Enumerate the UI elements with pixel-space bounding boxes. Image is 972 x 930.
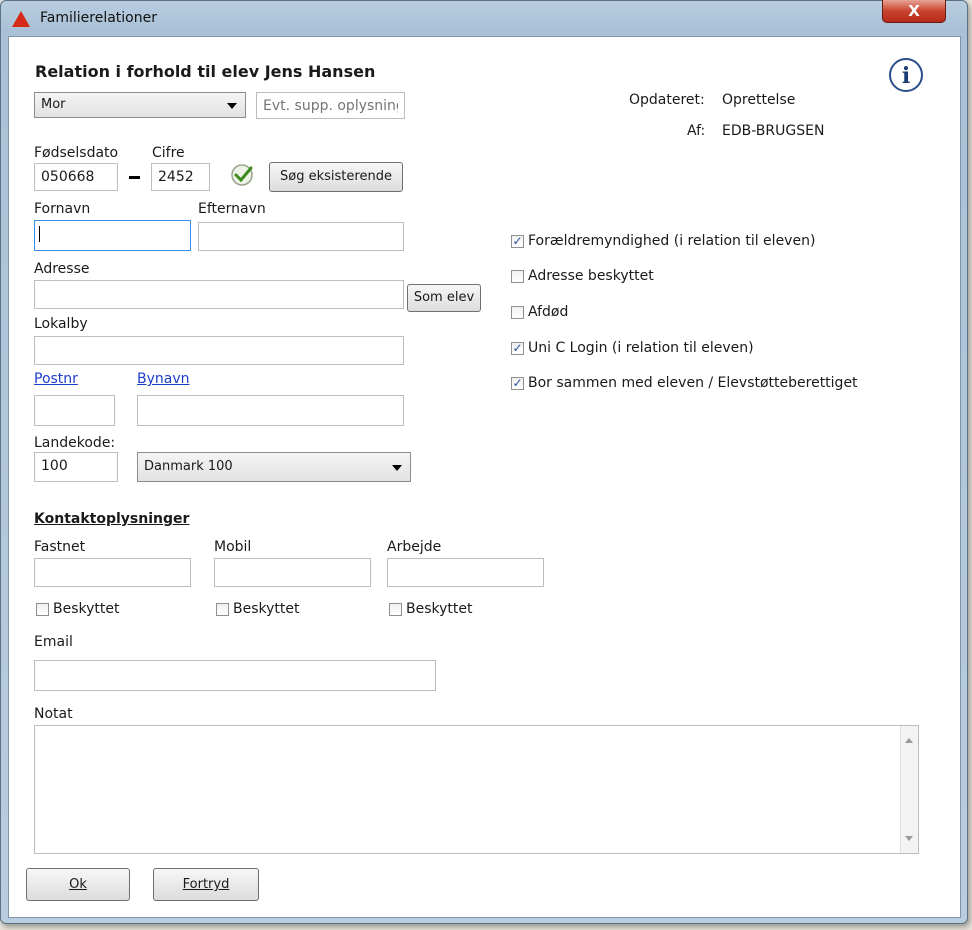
country-select[interactable]: Danmark 100 <box>137 452 411 482</box>
scroll-down-arrow-icon[interactable] <box>905 836 913 841</box>
foraeldremyndighed-label: Forældremyndighed (i relation til eleven… <box>528 233 816 249</box>
adresse-beskyttet-checkbox[interactable] <box>511 270 524 283</box>
efternavn-input[interactable] <box>198 222 404 251</box>
mobil-label: Mobil <box>214 539 252 555</box>
cifre-label: Cifre <box>152 145 185 161</box>
mobil-beskyttet-label: Beskyttet <box>233 601 300 617</box>
mobil-beskyttet-checkbox[interactable] <box>216 603 229 616</box>
adresse-input[interactable] <box>34 280 404 309</box>
afdoed-checkbox[interactable] <box>511 306 524 319</box>
som-elev-button[interactable]: Som elev <box>407 284 481 312</box>
app-logo-icon <box>12 11 30 27</box>
relation-selected-value: Mor <box>41 97 66 112</box>
by-label: Af: <box>687 123 706 139</box>
validated-check-icon <box>231 164 253 186</box>
close-button[interactable]: X <box>882 0 946 23</box>
landekode-input[interactable]: 100 <box>34 452 118 482</box>
ok-button[interactable]: Ok <box>26 868 130 901</box>
fornavn-label: Fornavn <box>34 201 91 217</box>
uni-c-login-checkbox[interactable]: ✓ <box>511 342 524 355</box>
cancel-button[interactable]: Fortryd <box>153 868 259 901</box>
page-title: Relation i forhold til elev Jens Hansen <box>35 62 376 81</box>
fastnet-beskyttet-checkbox[interactable] <box>36 603 49 616</box>
bor-sammen-label: Bor sammen med eleven / Elevstøtteberett… <box>528 375 858 391</box>
lokalby-label: Lokalby <box>34 316 88 332</box>
email-label: Email <box>34 634 73 650</box>
relation-select[interactable]: Mor <box>34 92 246 118</box>
cifre-input[interactable]: 2452 <box>151 163 210 191</box>
bynavn-input[interactable] <box>137 395 404 426</box>
country-selected-value: Danmark 100 <box>144 459 233 474</box>
notat-textarea[interactable] <box>34 725 919 854</box>
text-caret <box>39 226 40 242</box>
uni-c-login-label: Uni C Login (i relation til eleven) <box>528 340 754 356</box>
postnr-link[interactable]: Postnr <box>34 371 78 387</box>
landekode-label: Landekode: <box>34 435 116 451</box>
chevron-down-icon <box>392 465 402 471</box>
arbejde-input[interactable] <box>387 558 544 587</box>
email-input[interactable] <box>34 660 436 691</box>
scroll-up-arrow-icon[interactable] <box>905 738 913 743</box>
by-value: EDB-BRUGSEN <box>722 123 825 139</box>
search-existing-button[interactable]: Søg eksisterende <box>269 162 403 192</box>
postnr-input[interactable] <box>34 395 115 426</box>
supp-info-input[interactable] <box>256 92 405 119</box>
date-dash <box>129 176 140 179</box>
adresse-beskyttet-label: Adresse beskyttet <box>528 268 654 284</box>
birthdate-input[interactable]: 050668 <box>34 163 118 191</box>
window-title: Familierelationer <box>40 10 157 26</box>
arbejde-label: Arbejde <box>387 539 442 555</box>
bynavn-link[interactable]: Bynavn <box>137 371 190 387</box>
notat-scrollbar[interactable] <box>900 726 918 853</box>
foraeldremyndighed-checkbox[interactable]: ✓ <box>511 235 524 248</box>
arbejde-beskyttet-checkbox[interactable] <box>389 603 402 616</box>
mobil-input[interactable] <box>214 558 371 587</box>
fastnet-label: Fastnet <box>34 539 86 555</box>
adresse-label: Adresse <box>34 261 90 277</box>
updated-label: Opdateret: <box>629 92 705 108</box>
arbejde-beskyttet-label: Beskyttet <box>406 601 473 617</box>
bor-sammen-checkbox[interactable]: ✓ <box>511 377 524 390</box>
updated-value: Oprettelse <box>722 92 796 108</box>
fastnet-beskyttet-label: Beskyttet <box>53 601 120 617</box>
fornavn-input[interactable] <box>34 220 191 251</box>
birthdate-label: Fødselsdato <box>34 145 119 161</box>
fastnet-input[interactable] <box>34 558 191 587</box>
contact-heading: Kontaktoplysninger <box>34 511 190 527</box>
chevron-down-icon <box>227 103 237 109</box>
notat-label: Notat <box>34 706 73 722</box>
lokalby-input[interactable] <box>34 336 404 365</box>
info-icon[interactable]: i <box>889 58 923 92</box>
afdoed-label: Afdød <box>528 304 569 320</box>
efternavn-label: Efternavn <box>198 201 266 217</box>
